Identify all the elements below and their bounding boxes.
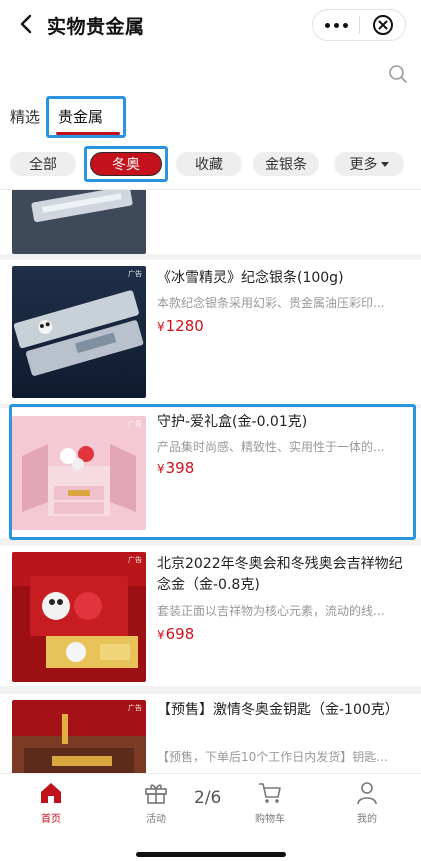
- back-icon: [20, 14, 32, 34]
- filter-shoucang-label: 收藏: [195, 157, 223, 173]
- mini-program-capsule: [312, 9, 406, 41]
- product-price: ¥698: [157, 625, 195, 643]
- product-price: ¥398: [157, 459, 195, 477]
- product-image: 广告: [12, 416, 146, 530]
- product-title: 《冰雪精灵》纪念银条(100g): [157, 270, 344, 286]
- cart-icon: [259, 783, 281, 803]
- filter-jinyintiao-label: 金银条: [265, 157, 307, 173]
- more-icon: [324, 22, 348, 28]
- filter-more-label: 更多: [349, 157, 378, 173]
- page-title: 实物贵金属: [47, 16, 145, 38]
- title-bar: 实物贵金属: [0, 0, 421, 50]
- filter-all[interactable]: 全部: [10, 152, 76, 176]
- tab-guijinshu[interactable]: 贵金属: [58, 106, 103, 127]
- product-desc: 【预售，下单后10个工作日内发货】钥匙...: [157, 750, 388, 764]
- product-list: 广告 《冰雪精灵》纪念银条(100g) 本款纪念银条采用幻彩、贵金属油压彩印..…: [0, 190, 421, 773]
- active-tab-underline: [56, 132, 120, 135]
- page-indicator: 2/6: [194, 788, 222, 808]
- tab-cart-label: 购物车: [255, 814, 285, 825]
- tab-mine-label: 我的: [357, 814, 377, 825]
- tab-home[interactable]: 首页: [21, 780, 81, 825]
- tab-activity[interactable]: 活动: [126, 780, 186, 825]
- ad-tag: 广告: [128, 270, 142, 278]
- tab-cart[interactable]: 购物车: [240, 780, 300, 825]
- gift-icon: [145, 784, 167, 804]
- filter-dongao-label: 冬奥: [112, 157, 140, 173]
- product-title: 守护-爱礼盒(金-0.01克): [157, 414, 308, 430]
- tab-jingxuan[interactable]: 精选: [10, 106, 40, 127]
- product-image: 广告: [12, 700, 146, 773]
- gold-key-image: [12, 700, 146, 773]
- ad-tag: 广告: [128, 704, 142, 712]
- back-button[interactable]: [14, 12, 38, 36]
- product-card[interactable]: 广告 守护-爱礼盒(金-0.01克) 产品集时尚感、精致性、实用性于一体的...…: [0, 408, 421, 538]
- product-card[interactable]: 广告 北京2022年冬奥会和冬残奥会吉祥物纪念金（金-0.8克) 套装正面以吉祥…: [0, 546, 421, 686]
- product-price: ¥1280: [157, 317, 204, 335]
- gift-box-image: [12, 416, 146, 530]
- product-card[interactable]: 广告 《冰雪精灵》纪念银条(100g) 本款纪念银条采用幻彩、贵金属油压彩印..…: [0, 260, 421, 404]
- tab-home-label: 首页: [41, 814, 61, 825]
- tab-mine[interactable]: 我的: [337, 780, 397, 825]
- silver-bar-image: [12, 190, 146, 254]
- more-button[interactable]: [313, 10, 359, 40]
- close-button[interactable]: [360, 10, 405, 40]
- product-card-partial[interactable]: [0, 190, 421, 254]
- product-image: 广告: [12, 552, 146, 682]
- filter-shoucang[interactable]: 收藏: [176, 152, 242, 176]
- chevron-down-icon: [380, 161, 389, 167]
- filter-more[interactable]: 更多: [334, 152, 404, 176]
- search-icon[interactable]: [388, 64, 408, 84]
- product-image-partial: [12, 190, 146, 254]
- commemorative-gold-image: [12, 552, 146, 682]
- ad-tag: 广告: [128, 420, 142, 428]
- product-title: 【预售】激情冬奥金钥匙（金-100克）: [157, 702, 399, 718]
- search-row: [0, 50, 421, 96]
- product-desc: 本款纪念银条采用幻彩、贵金属油压彩印...: [157, 296, 385, 310]
- silver-bar-image: [12, 266, 146, 398]
- category-tabs: 精选 贵金属: [0, 96, 421, 140]
- home-indicator: [136, 852, 286, 857]
- home-icon: [41, 783, 61, 803]
- filter-dongao[interactable]: 冬奥: [90, 152, 162, 176]
- ad-tag: 广告: [128, 556, 142, 564]
- filter-all-label: 全部: [29, 157, 57, 173]
- product-desc: 套装正面以吉祥物为核心元素，流动的线...: [157, 604, 385, 618]
- filter-chips: 全部 冬奥 收藏 金银条 更多: [0, 140, 421, 190]
- product-desc: 产品集时尚感、精致性、实用性于一体的...: [157, 440, 385, 454]
- bottom-tabbar: 首页 活动 2/6 购物车 我的: [0, 773, 421, 861]
- user-icon: [357, 782, 377, 805]
- filter-jinyintiao[interactable]: 金银条: [253, 152, 319, 176]
- product-title: 北京2022年冬奥会和冬残奥会吉祥物纪念金（金-0.8克): [157, 556, 403, 593]
- product-card[interactable]: 广告 【预售】激情冬奥金钥匙（金-100克） 【预售，下单后10个工作日内发货】…: [0, 694, 421, 773]
- tab-activity-label: 活动: [146, 814, 166, 825]
- product-image: 广告: [12, 266, 146, 398]
- close-icon: [372, 15, 393, 35]
